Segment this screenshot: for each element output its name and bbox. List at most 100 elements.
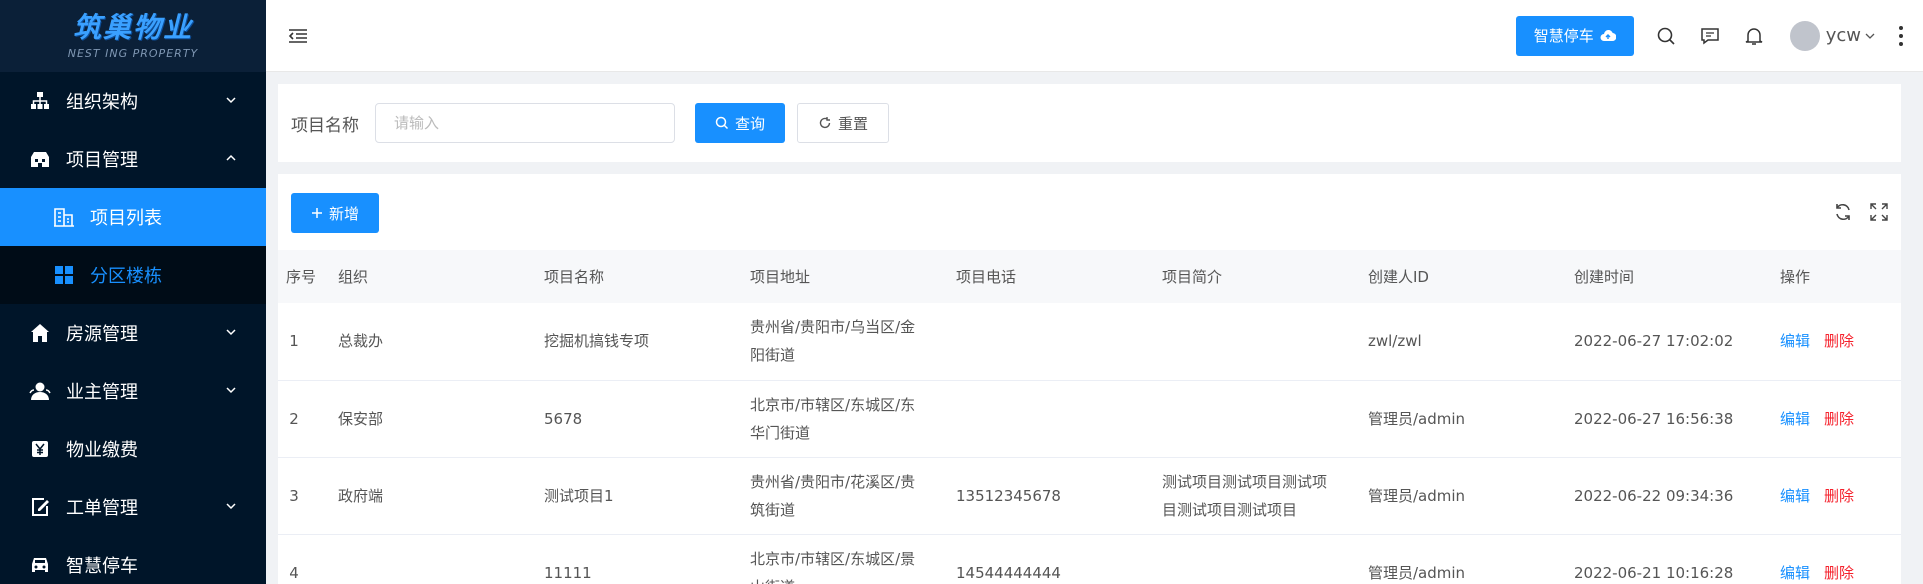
top-header: 智慧停车 ycw — [266, 0, 1923, 72]
username: ycw — [1825, 25, 1861, 46]
delete-link[interactable]: 删除 — [1824, 564, 1854, 582]
sidebar-item-zone-building[interactable]: 分区楼栋 — [0, 246, 266, 304]
chevron-up-icon — [226, 154, 236, 161]
logo: 筑巢物业 NEST ING PROPERTY — [0, 0, 266, 72]
sidebar-item-label: 分区楼栋 — [90, 266, 162, 287]
cell-creator: zwl/zwl — [1354, 303, 1560, 381]
chevron-down-icon — [226, 97, 236, 104]
building-icon — [28, 147, 52, 171]
sidebar-item-parking[interactable]: 智慧停车 — [0, 536, 266, 584]
project-table: 序号 组织 项目名称 项目地址 项目电话 项目简介 创建人ID 创建时间 操作 … — [278, 250, 1901, 584]
refresh-icon[interactable] — [1833, 202, 1853, 222]
table-row: 4 11111 北京市/市辖区/东城区/景山街道 14544444444 管理员… — [278, 534, 1901, 584]
chevron-down-icon — [226, 503, 236, 510]
org-chart-icon — [28, 89, 52, 113]
table-row: 3 政府端 测试项目1 贵州省/贵阳市/花溪区/贵筑街道 13512345678… — [278, 457, 1901, 535]
table-panel: 新增 序号 组织 项目名称 项目地址 项目电话 项目简介 创建人ID 创建时间 … — [278, 174, 1901, 584]
edit-link[interactable]: 编辑 — [1780, 487, 1810, 505]
sidebar-item-label: 项目管理 — [66, 150, 138, 171]
project-name-label: 项目名称 — [291, 115, 359, 136]
cell-phone — [942, 380, 1148, 458]
cell-created: 2022-06-22 09:34:36 — [1560, 457, 1766, 535]
table-toolbar: 新增 — [278, 174, 1901, 250]
column-header: 序号 — [285, 268, 316, 286]
cell-creator: 管理员/admin — [1354, 457, 1560, 535]
delete-link[interactable]: 删除 — [1824, 410, 1854, 428]
cell-actions: 编辑 删除 — [1766, 457, 1901, 535]
user-menu[interactable]: ycw — [1789, 20, 1877, 51]
search-icon — [715, 116, 729, 130]
sidebar-item-label: 工单管理 — [66, 498, 138, 519]
reset-button[interactable]: 重置 — [797, 103, 890, 143]
cell-index: 1 — [278, 303, 324, 381]
cell-phone: 13512345678 — [942, 457, 1148, 535]
cell-org: 总裁办 — [324, 303, 530, 381]
delete-link[interactable]: 删除 — [1824, 487, 1854, 505]
cell-phone: 14544444444 — [942, 534, 1148, 584]
project-name-input[interactable] — [375, 103, 675, 143]
sidebar-item-fee[interactable]: 物业缴费 — [0, 420, 266, 478]
edit-doc-icon — [28, 495, 52, 519]
cell-name: 5678 — [530, 380, 736, 458]
delete-link[interactable]: 删除 — [1824, 332, 1854, 350]
cell-actions: 编辑 删除 — [1766, 534, 1901, 584]
cell-intro — [1148, 380, 1354, 458]
grid-icon — [52, 263, 76, 287]
cell-actions: 编辑 删除 — [1766, 380, 1901, 458]
column-header: 项目名称 — [544, 268, 605, 286]
cell-created: 2022-06-27 16:56:38 — [1560, 380, 1766, 458]
column-header: 项目地址 — [750, 268, 811, 286]
cell-index: 4 — [278, 534, 324, 584]
message-icon[interactable] — [1698, 24, 1722, 48]
column-header: 创建时间 — [1574, 268, 1635, 286]
sidebar-item-housing[interactable]: 房源管理 — [0, 304, 266, 362]
cell-org: 政府端 — [324, 457, 530, 535]
fullscreen-icon[interactable] — [1869, 202, 1889, 222]
edit-link[interactable]: 编辑 — [1780, 332, 1810, 350]
sidebar-item-project-list[interactable]: 项目列表 — [0, 188, 266, 246]
cell-address: 北京市/市辖区/东城区/景山街道 — [736, 534, 942, 584]
edit-link[interactable]: 编辑 — [1780, 410, 1810, 428]
cell-phone — [942, 303, 1148, 381]
chevron-down-icon — [1865, 33, 1875, 39]
header-actions: 智慧停车 ycw — [1515, 15, 1905, 56]
cell-created: 2022-06-27 17:02:02 — [1560, 303, 1766, 381]
reset-label: 重置 — [838, 114, 869, 133]
bell-icon[interactable] — [1742, 24, 1766, 48]
sidebar-item-label: 项目列表 — [90, 208, 162, 229]
submenu-project: 项目列表 分区楼栋 — [0, 188, 266, 304]
cell-actions: 编辑 删除 — [1766, 303, 1901, 381]
table-header-row: 序号 组织 项目名称 项目地址 项目电话 项目简介 创建人ID 创建时间 操作 — [278, 250, 1901, 303]
cell-creator: 管理员/admin — [1354, 534, 1560, 584]
add-label: 新增 — [329, 204, 360, 223]
sidebar-item-org[interactable]: 组织架构 — [0, 72, 266, 130]
menu-collapse-icon[interactable] — [286, 24, 310, 48]
logo-main: 筑巢物业 — [72, 10, 193, 44]
home-icon — [28, 321, 52, 345]
sidebar-item-label: 房源管理 — [66, 324, 138, 345]
user-group-icon — [28, 379, 52, 403]
car-icon — [28, 553, 52, 577]
column-header: 项目电话 — [956, 268, 1017, 286]
refresh-icon — [819, 117, 831, 129]
sidebar-item-project[interactable]: 项目管理 — [0, 130, 266, 188]
sidebar-item-workorder[interactable]: 工单管理 — [0, 478, 266, 536]
more-icon[interactable] — [1897, 25, 1905, 46]
logo-sub: NEST ING PROPERTY — [67, 46, 199, 60]
chevron-down-icon — [226, 387, 236, 394]
query-button[interactable]: 查询 — [695, 103, 786, 143]
smart-parking-button[interactable]: 智慧停车 — [1515, 15, 1634, 56]
cell-intro — [1148, 534, 1354, 584]
cell-org: 保安部 — [324, 380, 530, 458]
edit-link[interactable]: 编辑 — [1780, 564, 1810, 582]
cell-created: 2022-06-21 10:16:28 — [1560, 534, 1766, 584]
column-header: 创建人ID — [1368, 268, 1429, 286]
search-icon[interactable] — [1654, 24, 1678, 48]
cell-name: 挖掘机搞钱专项 — [530, 303, 736, 381]
column-header: 项目简介 — [1162, 268, 1223, 286]
sidebar-item-label: 组织架构 — [66, 92, 138, 113]
sidebar-item-owner[interactable]: 业主管理 — [0, 362, 266, 420]
cell-creator: 管理员/admin — [1354, 380, 1560, 458]
add-button[interactable]: 新增 — [291, 193, 380, 233]
column-header: 操作 — [1780, 268, 1811, 286]
